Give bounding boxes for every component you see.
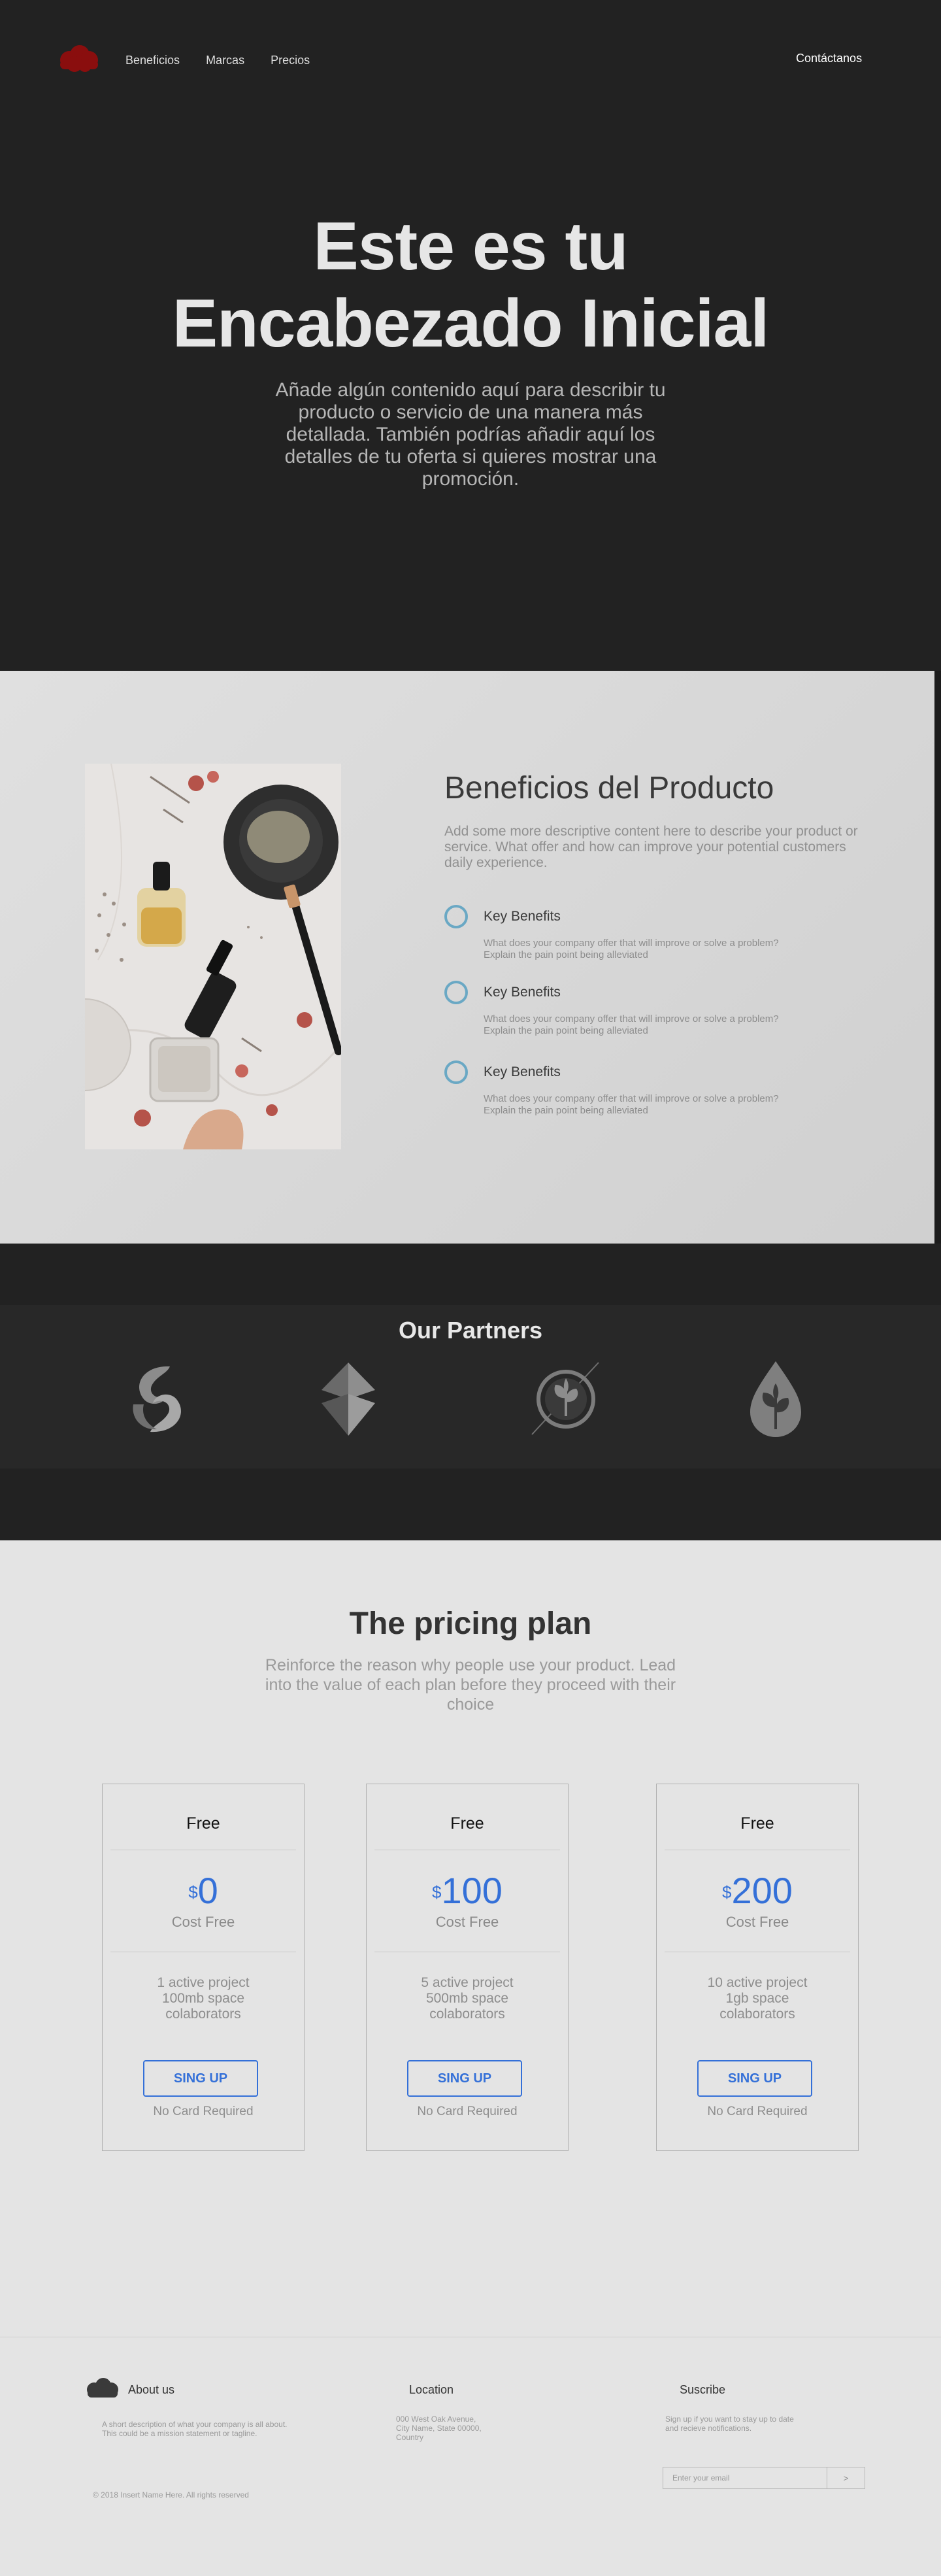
plan-period: Cost Free: [171, 1914, 235, 1930]
plan-amount: 0: [197, 1870, 218, 1911]
plan-feature: colaborators: [429, 2007, 505, 2022]
plan-feature: colaborators: [719, 2007, 795, 2022]
plan-note: No Card Required: [153, 2105, 254, 2118]
benefit-title: Key Benefits: [484, 909, 561, 924]
plan-features: 5 active project 500mb space colaborator…: [367, 1975, 568, 2022]
footer-location-text: 000 West Oak Avenue, City Name, State 00…: [396, 2415, 482, 2442]
pricing-subtitle: Reinforce the reason why people use your…: [265, 1656, 676, 1714]
signup-button[interactable]: SING UP: [697, 2060, 812, 2097]
plan-note: No Card Required: [707, 2105, 808, 2118]
subscribe-form: >: [663, 2467, 865, 2489]
plan-feature: 10 active project: [707, 1975, 808, 1990]
copyright-text: © 2018 Insert Name Here. All rights rese…: [93, 2490, 249, 2500]
plan-feature: 1gb space: [725, 1991, 789, 2006]
benefit-text: What does your company offer that will i…: [484, 1013, 779, 1036]
nav-link-precios[interactable]: Precios: [271, 54, 310, 67]
hero-title-line-2: Encabezado Inicial: [172, 286, 770, 362]
subscribe-submit-button[interactable]: >: [827, 2467, 865, 2488]
footer-address-line: Country: [396, 2433, 424, 2442]
benefits-description: Add some more descriptive content here t…: [444, 824, 858, 870]
footer: About us A short description of what you…: [0, 2337, 941, 2576]
plan-features: 10 active project 1gb space colaborators: [657, 1975, 858, 2022]
leaf-circle-logo-icon: [531, 1362, 599, 1435]
plan-name: Free: [450, 1814, 484, 1833]
plan-price: $0: [103, 1869, 304, 1912]
plan-name: Free: [740, 1814, 774, 1833]
plan-currency: $: [722, 1882, 732, 1902]
top-nav: Beneficios Marcas Precios Contáctanos: [0, 0, 941, 124]
plan-amount: 100: [441, 1870, 503, 1911]
benefit-text: What does your company offer that will i…: [484, 938, 779, 960]
footer-logo-icon[interactable]: [84, 2377, 120, 2400]
plan-price: $200: [657, 1869, 858, 1912]
drop-leaf-logo-icon: [750, 1361, 801, 1437]
pricing-card: Free $200 Cost Free 10 active project 1g…: [656, 1784, 859, 2151]
email-input[interactable]: [663, 2467, 827, 2488]
nav-link-beneficios[interactable]: Beneficios: [125, 54, 180, 67]
plan-feature: 500mb space: [425, 1991, 509, 2006]
benefits-title: Beneficios del Producto: [444, 771, 774, 805]
plan-price: $100: [367, 1869, 568, 1912]
pricing-card: Free $100 Cost Free 5 active project 500…: [366, 1784, 569, 2151]
benefits-section: Beneficios del Producto Add some more de…: [0, 671, 934, 1244]
benefit-title: Key Benefits: [484, 985, 561, 1000]
benefit-text: What does your company offer that will i…: [484, 1093, 779, 1116]
swirl-logo-icon: [133, 1366, 181, 1432]
footer-location-title: Location: [409, 2383, 454, 2396]
hero-title: Este es tu Encabezado Inicial: [0, 208, 941, 362]
pricing-title: The pricing plan: [349, 1606, 592, 1641]
plan-name: Free: [186, 1814, 220, 1833]
plan-currency: $: [432, 1882, 442, 1902]
hero-subtitle: Añade algún contenido aquí para describi…: [275, 379, 666, 490]
diamond-logo-icon: [322, 1363, 375, 1436]
nav-links: Beneficios Marcas Precios: [125, 54, 310, 67]
hero-title-line-1: Este es tu: [313, 209, 628, 284]
plan-features: 1 active project 100mb space colaborator…: [103, 1975, 304, 2022]
footer-subscribe-title: Suscribe: [680, 2383, 726, 2396]
plan-feature: 5 active project: [421, 1975, 514, 1990]
partners-title: Our Partners: [398, 1317, 543, 1344]
footer-about-title: About us: [128, 2383, 175, 2396]
plan-note: No Card Required: [417, 2105, 518, 2118]
brand-logo-icon[interactable]: [55, 43, 102, 73]
footer-address-line: City Name, State 00000,: [396, 2424, 482, 2433]
nav-link-marcas[interactable]: Marcas: [206, 54, 244, 67]
footer-subscribe-text: Sign up if you want to stay up to date a…: [665, 2415, 794, 2433]
circle-icon: [444, 905, 468, 928]
plan-amount: 200: [731, 1870, 793, 1911]
signup-button[interactable]: SING UP: [143, 2060, 258, 2097]
footer-subscribe-line: and recieve notifications.: [665, 2424, 752, 2433]
section-edge: [934, 671, 941, 1244]
pricing-card: Free $0 Cost Free 1 active project 100mb…: [102, 1784, 305, 2151]
partners-section: Our Partners: [0, 1305, 941, 1468]
footer-subscribe-line: Sign up if you want to stay up to date: [665, 2415, 794, 2424]
footer-about-line: A short description of what your company…: [102, 2420, 288, 2429]
plan-period: Cost Free: [435, 1914, 499, 1930]
footer-about-text: A short description of what your company…: [102, 2420, 287, 2438]
plan-currency: $: [188, 1882, 198, 1902]
plan-feature: 1 active project: [157, 1975, 250, 1990]
plan-feature: 100mb space: [161, 1991, 245, 2006]
nav-contact-link[interactable]: Contáctanos: [796, 52, 862, 65]
circle-icon: [444, 981, 468, 1004]
footer-address-line: 000 West Oak Avenue,: [396, 2415, 476, 2424]
plan-feature: colaborators: [165, 2007, 241, 2022]
circle-icon: [444, 1060, 468, 1084]
plan-period: Cost Free: [725, 1914, 789, 1930]
footer-about-line: This could be a mission statement or tag…: [102, 2429, 257, 2438]
benefit-title: Key Benefits: [484, 1064, 561, 1079]
benefits-product-photo: [85, 764, 341, 1149]
signup-button[interactable]: SING UP: [407, 2060, 522, 2097]
